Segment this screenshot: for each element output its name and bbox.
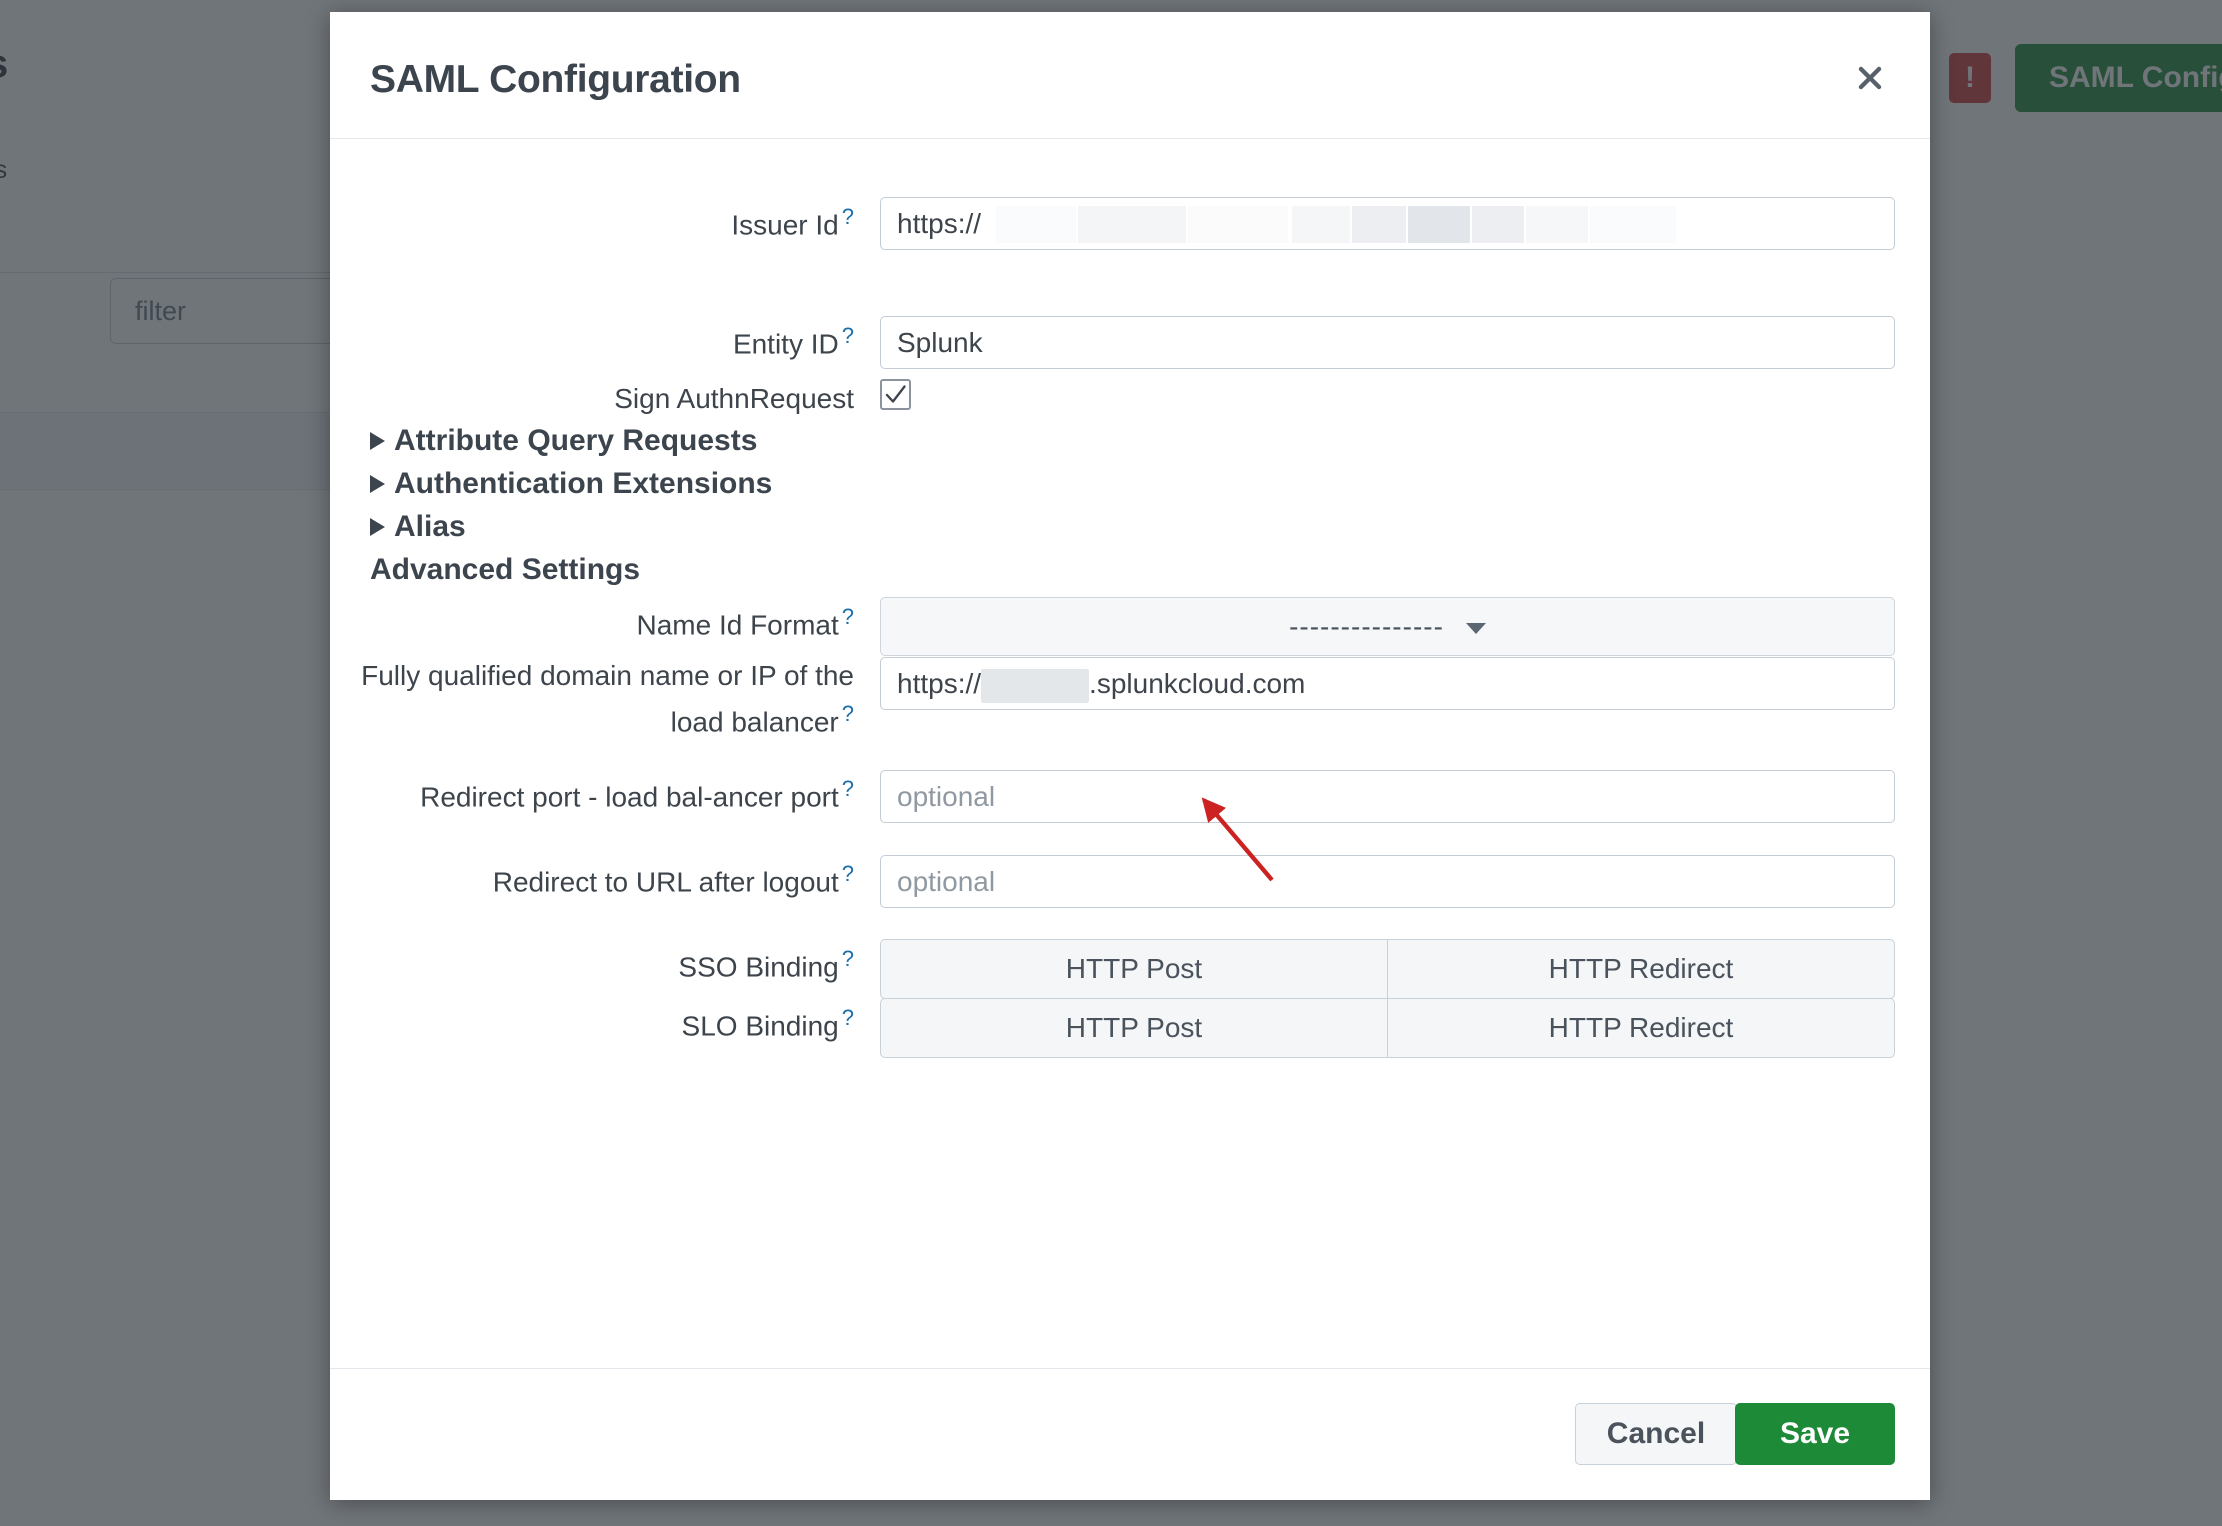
field-row-sso-binding: SSO Binding? HTTP Post HTTP Redirect	[330, 939, 1930, 999]
issuer-id-label: Issuer Id?	[731, 204, 854, 241]
field-row-slo-binding: SLO Binding? HTTP Post HTTP Redirect	[330, 998, 1930, 1058]
name-id-format-value: ---------------	[1289, 610, 1444, 642]
sso-binding-label: SSO Binding?	[678, 946, 854, 983]
section-authentication-extensions-label: Authentication Extensions	[394, 467, 773, 500]
slo-binding-option-http-redirect[interactable]: HTTP Redirect	[1387, 998, 1895, 1058]
modal-body: Issuer Id? https:// Entity ID ? Splunk S…	[330, 139, 1930, 1368]
section-alias[interactable]: Alias	[370, 510, 466, 544]
chevron-down-icon	[1465, 623, 1486, 634]
issuer-id-value: https://	[897, 208, 982, 239]
issuer-id-help-icon[interactable]: ?	[842, 204, 854, 229]
entity-id-help-icon[interactable]: ?	[842, 323, 854, 348]
field-row-fqdn: Fully qualified domain name or IP of the…	[330, 657, 1930, 741]
modal-header: SAML Configuration	[330, 12, 1930, 139]
advanced-settings-heading: Advanced Settings	[370, 553, 641, 586]
slo-binding-segmented-control: HTTP Post HTTP Redirect	[880, 998, 1895, 1058]
redirect-port-input[interactable]: optional	[880, 770, 1895, 823]
redirect-url-input[interactable]: optional	[880, 855, 1895, 908]
redirect-url-label: Redirect to URL after logout?	[492, 861, 854, 898]
section-attribute-query-requests[interactable]: Attribute Query Requests	[370, 424, 757, 458]
sso-binding-segmented-control: HTTP Post HTTP Redirect	[880, 939, 1895, 999]
field-row-issuer-id: Issuer Id? https://	[330, 197, 1930, 250]
sign-authn-request-label: Sign AuthnRequest	[614, 383, 854, 414]
modal-footer: Cancel Save	[330, 1368, 1930, 1499]
sign-authn-request-checkbox[interactable]	[880, 379, 911, 410]
issuer-id-redaction	[996, 206, 1888, 243]
field-row-name-id-format: Name Id Format? ---------------	[330, 597, 1930, 656]
sso-binding-help-icon[interactable]: ?	[842, 946, 854, 971]
field-row-redirect-port: Redirect port - load bal-ancer port? opt…	[330, 770, 1930, 823]
name-id-format-label: Name Id Format?	[636, 604, 854, 641]
redirect-port-help-icon[interactable]: ?	[842, 776, 854, 801]
redirect-port-label: Redirect port - load bal-ancer port?	[420, 776, 854, 813]
fqdn-help-icon[interactable]: ?	[842, 701, 854, 726]
field-row-redirect-url: Redirect to URL after logout? optional	[330, 855, 1930, 908]
entity-id-label: Entity ID?	[732, 323, 854, 360]
close-icon[interactable]	[1848, 56, 1892, 100]
slo-binding-option-http-post[interactable]: HTTP Post	[880, 998, 1387, 1058]
saml-configuration-modal: SAML Configuration Issuer Id? https:// E…	[330, 12, 1930, 1500]
fqdn-value-suffix: .splunkcloud.com	[1089, 668, 1306, 699]
redirect-url-help-icon[interactable]: ?	[842, 861, 854, 886]
save-button[interactable]: Save	[1735, 1403, 1895, 1465]
slo-binding-help-icon[interactable]: ?	[842, 1005, 854, 1030]
fqdn-redaction	[981, 668, 1090, 703]
cancel-button[interactable]: Cancel	[1575, 1403, 1737, 1465]
section-alias-label: Alias	[394, 510, 466, 543]
fqdn-label: Fully qualified domain name or IP of the…	[361, 660, 854, 738]
entity-id-input[interactable]: Splunk	[880, 316, 1895, 369]
name-id-format-help-icon[interactable]: ?	[842, 604, 854, 629]
triangle-right-icon	[370, 432, 385, 450]
sso-binding-option-http-redirect[interactable]: HTTP Redirect	[1387, 939, 1895, 999]
field-row-entity-id: Entity ID? Splunk	[330, 316, 1930, 369]
triangle-right-icon	[370, 475, 385, 493]
slo-binding-label: SLO Binding?	[681, 1005, 854, 1042]
section-authentication-extensions[interactable]: Authentication Extensions	[370, 467, 772, 501]
name-id-format-select[interactable]: ---------------	[880, 597, 1895, 656]
section-attribute-query-requests-label: Attribute Query Requests	[394, 424, 758, 457]
field-row-sign-authn-request: Sign AuthnRequest	[330, 379, 1930, 419]
sso-binding-option-http-post[interactable]: HTTP Post	[880, 939, 1387, 999]
modal-title: SAML Configuration	[370, 58, 741, 101]
fqdn-input[interactable]: https:// .splunkcloud.com	[880, 657, 1895, 710]
issuer-id-input[interactable]: https://	[880, 197, 1895, 250]
triangle-right-icon	[370, 518, 385, 536]
fqdn-value-prefix: https://	[897, 668, 982, 699]
